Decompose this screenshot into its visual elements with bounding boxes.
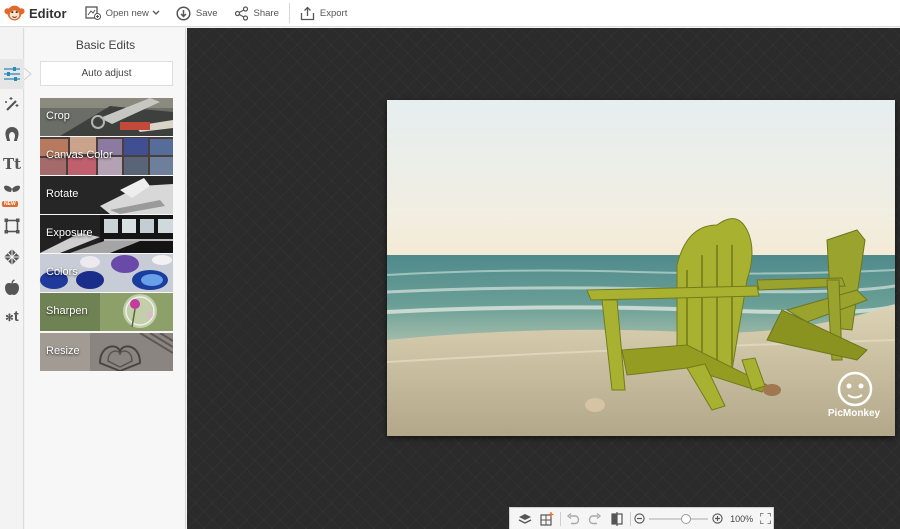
frame-icon bbox=[4, 218, 20, 234]
redo-button[interactable] bbox=[584, 508, 606, 529]
basic-edits-panel: Basic Edits Auto adjust Crop Canvas Colo… bbox=[24, 28, 186, 529]
export-icon bbox=[300, 6, 315, 20]
rail-seasonal[interactable]: ✻ t bbox=[0, 302, 24, 332]
beach-photo[interactable]: PicMonkey bbox=[387, 100, 895, 436]
magic-wand-icon bbox=[5, 97, 19, 111]
tool-label: Colors bbox=[46, 266, 78, 278]
tool-label: Rotate bbox=[46, 188, 79, 200]
zoom-slider[interactable] bbox=[647, 508, 710, 529]
app-title: Editor bbox=[29, 5, 67, 21]
apple-icon bbox=[5, 278, 19, 295]
rail-frames[interactable] bbox=[0, 211, 24, 241]
rail-themes[interactable] bbox=[0, 272, 24, 302]
photo-image: PicMonkey bbox=[387, 100, 895, 436]
add-layer-button[interactable] bbox=[536, 508, 558, 529]
zoom-slider-handle[interactable] bbox=[681, 513, 692, 524]
tool-sharpen[interactable]: Sharpen bbox=[40, 293, 173, 331]
snowflake-t-icon: ✻ t bbox=[5, 308, 19, 325]
tool-label: Crop bbox=[46, 110, 70, 122]
panel-pointer-icon bbox=[24, 68, 32, 80]
export-label: Export bbox=[319, 7, 348, 19]
editor-canvas[interactable]: PicMonkey bbox=[187, 28, 900, 529]
fullscreen-icon bbox=[759, 513, 771, 524]
new-badge: NEW bbox=[2, 201, 18, 207]
zoom-in-button[interactable] bbox=[710, 508, 724, 529]
zoombar-divider bbox=[629, 511, 631, 526]
tool-crop[interactable]: Crop bbox=[40, 98, 173, 136]
rail-basic-edits[interactable] bbox=[0, 59, 24, 89]
compare-icon bbox=[611, 511, 623, 526]
tool-resize[interactable]: Resize bbox=[40, 333, 173, 371]
tool-label: Exposure bbox=[46, 227, 93, 239]
layers-icon bbox=[518, 513, 532, 524]
top-toolbar: Editor Open new Save Share Export bbox=[0, 0, 900, 27]
undo-icon bbox=[567, 512, 580, 524]
butterfly-icon bbox=[4, 185, 20, 192]
tool-label: Resize bbox=[46, 345, 80, 357]
monkey-logo-icon bbox=[4, 5, 25, 21]
zoombar-divider bbox=[559, 511, 561, 526]
brand[interactable]: Editor bbox=[0, 0, 77, 26]
zoom-in-icon bbox=[712, 513, 723, 524]
share-icon bbox=[234, 5, 248, 21]
chevron-down-icon bbox=[152, 10, 160, 15]
zoom-slider-track bbox=[648, 517, 709, 520]
tool-rotate[interactable]: Rotate bbox=[40, 176, 173, 214]
rail-effects[interactable] bbox=[0, 89, 24, 119]
zoom-out-icon bbox=[634, 513, 646, 524]
share-button[interactable]: Share bbox=[226, 0, 287, 26]
toolbar-divider bbox=[288, 3, 290, 23]
auto-adjust-button[interactable]: Auto adjust bbox=[40, 61, 173, 86]
rail-overlays[interactable]: NEW bbox=[0, 180, 24, 210]
panel-title: Basic Edits bbox=[75, 38, 136, 52]
tool-category-rail: Tt NEW ✻ t bbox=[0, 28, 24, 529]
watermark-text: PicMonkey bbox=[828, 408, 881, 419]
seasonal-glyph: t bbox=[13, 308, 19, 325]
zoom-toolbar: 100% bbox=[509, 507, 774, 529]
texture-icon bbox=[4, 249, 20, 265]
open-new-icon bbox=[84, 6, 101, 20]
open-new-label: Open new bbox=[105, 7, 149, 19]
rail-text[interactable]: Tt bbox=[0, 149, 24, 179]
compare-button[interactable] bbox=[606, 508, 628, 529]
text-icon: Tt bbox=[2, 155, 22, 173]
zoom-out-button[interactable] bbox=[633, 508, 647, 529]
zoom-percent: 100% bbox=[730, 513, 754, 524]
face-icon bbox=[5, 127, 19, 141]
layers-button[interactable] bbox=[514, 508, 536, 529]
tool-canvas-color[interactable]: Canvas Color bbox=[40, 137, 173, 175]
sliders-icon bbox=[4, 67, 20, 81]
rail-touch-up[interactable] bbox=[0, 119, 24, 149]
fullscreen-button[interactable] bbox=[757, 508, 773, 529]
tool-colors[interactable]: Colors bbox=[40, 254, 173, 292]
tool-label: Sharpen bbox=[46, 305, 88, 317]
open-new-button[interactable]: Open new bbox=[77, 0, 168, 26]
undo-button[interactable] bbox=[563, 508, 585, 529]
share-label: Share bbox=[253, 7, 279, 19]
save-button[interactable]: Save bbox=[168, 0, 226, 26]
tool-exposure[interactable]: Exposure bbox=[40, 215, 173, 253]
save-icon bbox=[176, 5, 191, 21]
export-button[interactable]: Export bbox=[292, 0, 355, 26]
save-label: Save bbox=[195, 7, 218, 19]
redo-icon bbox=[589, 512, 602, 524]
grid-plus-icon bbox=[540, 511, 554, 526]
tool-label: Canvas Color bbox=[46, 149, 113, 161]
rail-textures[interactable] bbox=[0, 242, 24, 272]
